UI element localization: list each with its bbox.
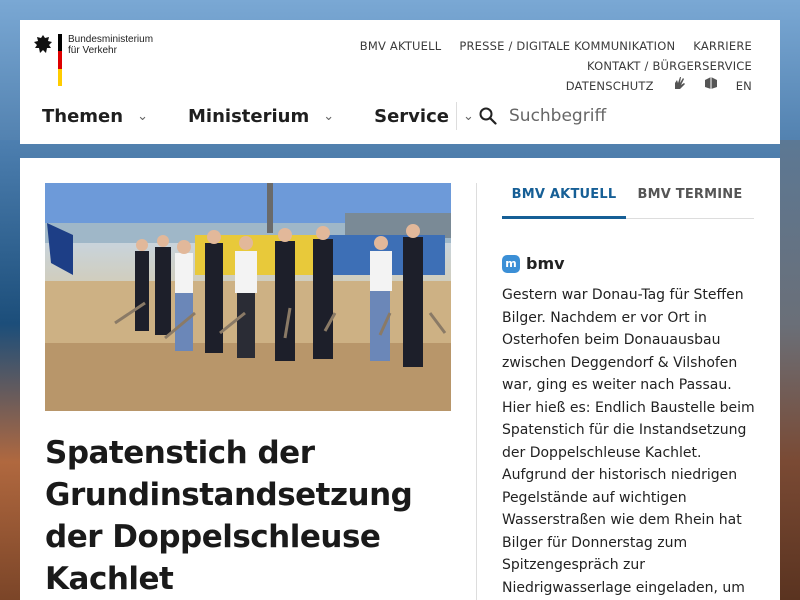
federal-eagle-icon bbox=[34, 35, 52, 53]
social-post-text: Gestern war Donau-Tag für Steffen Bilger… bbox=[502, 287, 755, 596]
mainnav-themen[interactable]: Themen ⌄ bbox=[42, 106, 148, 127]
groundbreaking-photo[interactable] bbox=[45, 183, 451, 411]
mainnav-service[interactable]: Service ⌄ bbox=[374, 106, 474, 127]
mastodon-icon: m bbox=[502, 254, 520, 273]
topnav-bmv-aktuell[interactable]: BMV AKTUELL bbox=[360, 36, 442, 56]
easy-language-icon[interactable] bbox=[704, 76, 718, 96]
topnav-datenschutz[interactable]: DATENSCHUTZ bbox=[566, 76, 654, 96]
article-headline[interactable]: Spatenstich der Grundinstandsetzung der … bbox=[45, 432, 455, 600]
topnav-karriere[interactable]: KARRIERE bbox=[693, 36, 752, 56]
site-header: Bundesministerium für Verkehr BMV AKTUEL… bbox=[20, 20, 780, 144]
main-content: Spatenstich der Grundinstandsetzung der … bbox=[20, 158, 780, 600]
photo-illustration bbox=[45, 183, 451, 411]
top-navigation: BMV AKTUELL PRESSE / DIGITALE KOMMUNIKAT… bbox=[172, 36, 752, 96]
topnav-presse[interactable]: PRESSE / DIGITALE KOMMUNIKATION bbox=[459, 36, 675, 56]
nav-divider bbox=[456, 102, 457, 130]
ministry-logo[interactable]: Bundesministerium für Verkehr bbox=[33, 34, 153, 86]
main-navigation: Themen ⌄ Ministerium ⌄ Service ⌄ bbox=[42, 106, 514, 127]
search-box bbox=[479, 106, 769, 126]
sidebar-tabs: BMV AKTUELL BMV TERMINE bbox=[502, 183, 754, 219]
background-left bbox=[0, 140, 20, 600]
chevron-down-icon: ⌄ bbox=[137, 109, 148, 124]
sign-language-icon[interactable] bbox=[672, 76, 686, 96]
mainnav-label: Service bbox=[374, 106, 449, 127]
tab-bmv-termine[interactable]: BMV TERMINE bbox=[626, 183, 754, 219]
language-switch[interactable]: EN bbox=[736, 76, 752, 96]
tab-bmv-aktuell[interactable]: BMV AKTUELL bbox=[502, 183, 626, 219]
column-divider bbox=[476, 183, 477, 600]
background-right bbox=[780, 140, 800, 600]
german-flag-bar bbox=[58, 34, 62, 86]
chevron-down-icon: ⌄ bbox=[462, 109, 474, 124]
logo-line-2: für Verkehr bbox=[68, 45, 117, 56]
social-handle: bmv bbox=[526, 254, 565, 273]
chevron-down-icon: ⌄ bbox=[323, 109, 335, 124]
mainnav-label: Ministerium bbox=[188, 106, 310, 127]
mainnav-ministerium[interactable]: Ministerium ⌄ bbox=[188, 106, 334, 127]
social-header[interactable]: m bmv bbox=[502, 254, 565, 273]
logo-line-1: Bundesministerium bbox=[68, 34, 154, 45]
search-input[interactable] bbox=[509, 106, 769, 126]
topnav-kontakt[interactable]: KONTAKT / BÜRGERSERVICE bbox=[587, 56, 752, 76]
logo-text: Bundesministerium für Verkehr bbox=[68, 34, 153, 56]
mainnav-label: Themen bbox=[42, 106, 124, 127]
search-icon[interactable] bbox=[479, 107, 497, 125]
